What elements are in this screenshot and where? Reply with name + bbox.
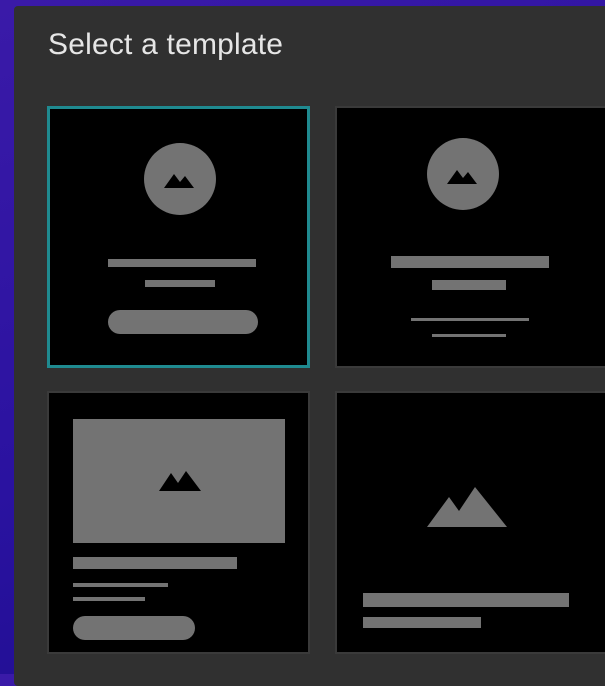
headline-placeholder: [363, 593, 569, 607]
template-card-3[interactable]: [47, 391, 310, 654]
dialog-title: Select a template: [48, 28, 284, 61]
headline-placeholder: [108, 259, 256, 267]
template-card-2[interactable]: [335, 106, 605, 368]
subline-placeholder: [363, 617, 481, 628]
image-icon: [427, 487, 509, 529]
image-icon: [159, 467, 203, 493]
headline-placeholder: [391, 256, 549, 268]
template-picker-panel: Select a template: [14, 6, 605, 686]
subline-placeholder: [432, 280, 506, 290]
image-icon: [447, 164, 479, 186]
text-line-placeholder: [411, 318, 529, 321]
subline-placeholder: [145, 280, 215, 287]
text-line-placeholder: [73, 597, 145, 601]
template-card-1[interactable]: [47, 106, 310, 368]
button-placeholder: [108, 310, 258, 334]
headline-placeholder: [73, 557, 237, 569]
template-card-4[interactable]: [335, 391, 605, 654]
text-line-placeholder: [432, 334, 506, 337]
button-placeholder: [73, 616, 195, 640]
text-line-placeholder: [73, 583, 168, 587]
image-icon: [164, 168, 196, 190]
